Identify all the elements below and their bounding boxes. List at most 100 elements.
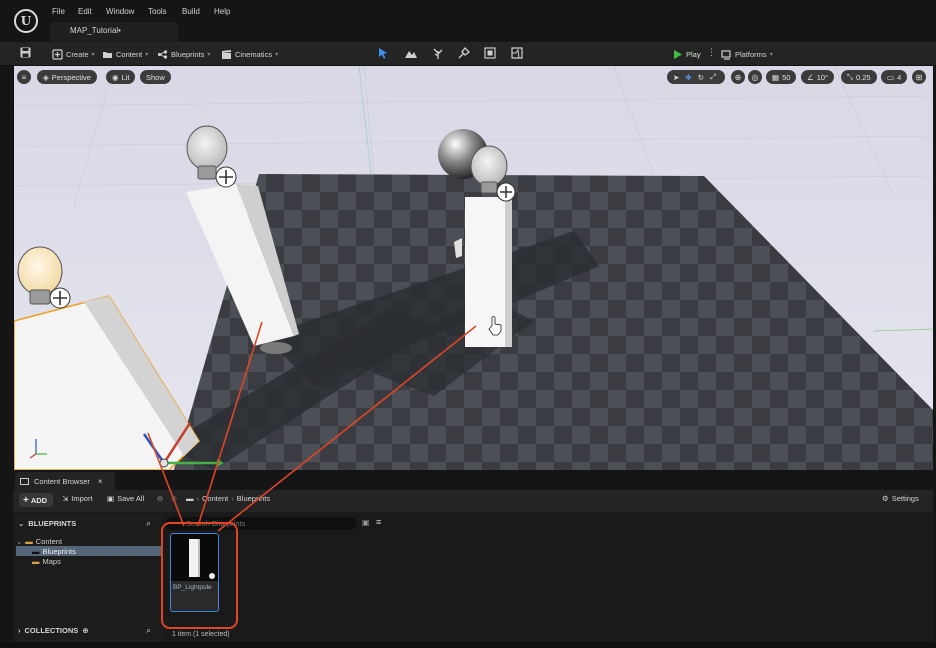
lit-button[interactable]: ◉ Lit bbox=[106, 70, 136, 84]
menu-file[interactable]: File bbox=[52, 7, 65, 16]
history-forward-icon[interactable]: ⊕ bbox=[171, 494, 177, 503]
breadcrumb-blueprints[interactable]: Blueprints bbox=[237, 494, 270, 503]
save-all-button[interactable]: ▣ Save All bbox=[107, 494, 144, 503]
breadcrumb-content[interactable]: Content bbox=[202, 494, 228, 503]
grid-snap-toggle[interactable]: ▦ 50 bbox=[766, 70, 797, 84]
add-label: ADD bbox=[30, 495, 48, 505]
menu-build[interactable]: Build bbox=[182, 7, 200, 16]
level-tab[interactable]: MAP_Tutorial• bbox=[50, 22, 178, 42]
import-icon: ⇲ bbox=[62, 494, 69, 503]
play-button[interactable]: Play bbox=[672, 47, 701, 61]
viewport-options-icon[interactable]: ≡ bbox=[17, 70, 31, 84]
translate-tool-icon[interactable]: ✥ bbox=[685, 73, 691, 82]
content-caret-icon: ▾ bbox=[145, 51, 149, 58]
status-bar bbox=[0, 642, 936, 648]
camera-icon: ▭ bbox=[887, 72, 895, 82]
expand-chevron-icon: › bbox=[18, 626, 21, 635]
breadcrumb-separator-icon: › bbox=[231, 494, 234, 503]
breadcrumb: ▬ › Content › Blueprints bbox=[186, 494, 270, 503]
status-text: 1 item (1 selected) bbox=[172, 631, 230, 638]
content-browser-tab-label: Content Browser bbox=[34, 476, 90, 486]
surface-snap-icon[interactable]: ◎ bbox=[748, 70, 762, 84]
save-all-label: Save All bbox=[117, 494, 145, 503]
landscape-mode-icon[interactable] bbox=[404, 46, 418, 60]
platforms-button[interactable]: Platforms ▾ bbox=[721, 47, 773, 61]
create-icon bbox=[52, 48, 63, 60]
menu-edit[interactable]: Edit bbox=[78, 7, 92, 16]
foliage-mode-icon[interactable] bbox=[431, 46, 445, 60]
clapperboard-icon bbox=[222, 49, 231, 59]
content-browser-tabbar bbox=[13, 470, 933, 490]
history-back-icon[interactable]: ⊖ bbox=[157, 494, 163, 503]
tree-item-content-label: Content bbox=[35, 536, 63, 546]
rotation-snap-value: 10° bbox=[816, 72, 829, 82]
save-all-icon: ▣ bbox=[107, 494, 115, 503]
menu-tools[interactable]: Tools bbox=[148, 7, 167, 16]
menu-window[interactable]: Window bbox=[106, 7, 134, 16]
rotation-snap-toggle[interactable]: ∠ 10° bbox=[801, 70, 835, 84]
expand-chevron-icon: ⌄ bbox=[16, 536, 23, 546]
modeling-mode-icon[interactable] bbox=[483, 46, 497, 60]
content-browser-icon bbox=[20, 477, 29, 485]
cinematics-button[interactable]: Cinematics ▾ bbox=[221, 47, 278, 61]
import-button[interactable]: ⇲ Import bbox=[62, 494, 93, 503]
lit-sphere-icon: ◉ bbox=[112, 72, 119, 82]
tree-item-blueprints-label: Blueprints bbox=[42, 546, 76, 556]
perspective-cube-icon: ◈ bbox=[43, 72, 49, 82]
collections-search-icon[interactable]: ⌕ bbox=[146, 625, 151, 636]
menu-help[interactable]: Help bbox=[214, 7, 230, 16]
camera-speed-value: 4 bbox=[897, 72, 902, 82]
show-label: Show bbox=[146, 72, 165, 82]
settings-button[interactable]: ⚙ Settings bbox=[882, 494, 919, 503]
folder-open-icon: ▬ bbox=[32, 546, 40, 556]
gear-icon: ⚙ bbox=[882, 494, 889, 503]
folder-search-icon[interactable]: ⌕ bbox=[146, 518, 151, 529]
scale-tool-icon[interactable]: ⤢ bbox=[710, 72, 716, 82]
scale-snap-toggle[interactable]: ⤡ 0.25 bbox=[841, 70, 877, 84]
blueprint-icon bbox=[157, 49, 168, 59]
tree-item-content[interactable]: ⌄ ▬ Content bbox=[16, 536, 62, 546]
blueprints-section-header[interactable]: ⌄ BLUEPRINTS bbox=[18, 519, 76, 528]
transform-tools[interactable]: ➤ ✥ ↻ ⤢ bbox=[667, 70, 725, 84]
perspective-button[interactable]: ◈ Perspective bbox=[37, 70, 97, 84]
collections-label: COLLECTIONS bbox=[24, 626, 79, 635]
tree-item-blueprints[interactable]: ▬ Blueprints bbox=[16, 546, 162, 556]
settings-label: Settings bbox=[891, 494, 919, 503]
content-button[interactable]: Content ▾ bbox=[102, 47, 148, 61]
camera-speed-button[interactable]: ▭ 4 bbox=[881, 70, 908, 84]
rotate-tool-icon[interactable]: ↻ bbox=[698, 73, 704, 82]
blueprints-button[interactable]: Blueprints ▾ bbox=[157, 47, 210, 61]
cinematics-label: Cinematics bbox=[235, 49, 273, 59]
platforms-icon bbox=[721, 49, 731, 60]
close-tab-icon[interactable]: × bbox=[98, 477, 103, 486]
lit-label: Lit bbox=[121, 72, 130, 82]
add-button[interactable]: + ADD bbox=[19, 493, 53, 507]
platforms-caret-icon: ▾ bbox=[769, 51, 773, 58]
content-browser-tab[interactable]: Content Browser × bbox=[15, 472, 115, 490]
maximize-viewport-icon[interactable]: ⊞ bbox=[912, 70, 926, 84]
fracture-mode-icon[interactable] bbox=[510, 46, 524, 60]
tree-item-maps[interactable]: ▬ Maps bbox=[16, 556, 61, 566]
cinematics-caret-icon: ▾ bbox=[275, 51, 279, 58]
create-label: Create bbox=[66, 49, 89, 59]
unreal-logo[interactable]: U bbox=[14, 9, 38, 33]
folder-icon: ▬ bbox=[32, 556, 40, 566]
import-label: Import bbox=[71, 494, 93, 503]
world-space-icon[interactable]: ⊕ bbox=[731, 70, 745, 84]
create-button[interactable]: Create ▾ bbox=[52, 47, 95, 61]
collections-section-header[interactable]: › COLLECTIONS ⊕ bbox=[18, 626, 89, 635]
save-icon[interactable] bbox=[20, 47, 31, 58]
select-mode-icon[interactable] bbox=[376, 46, 390, 60]
play-options-icon[interactable]: ⋮ bbox=[707, 47, 716, 58]
mesh-paint-mode-icon[interactable] bbox=[457, 46, 471, 60]
filter-icon[interactable]: ≡ bbox=[376, 517, 381, 527]
save-search-icon[interactable]: ▣ bbox=[362, 518, 370, 527]
sources-panel bbox=[15, 514, 163, 642]
platforms-label: Platforms bbox=[735, 49, 767, 59]
collapse-chevron-icon: ⌄ bbox=[18, 519, 25, 528]
level-viewport[interactable] bbox=[13, 66, 933, 470]
content-folder-icon bbox=[103, 51, 112, 58]
add-collection-icon[interactable]: ⊕ bbox=[82, 626, 88, 635]
select-tool-icon[interactable]: ➤ bbox=[673, 73, 679, 82]
show-button[interactable]: Show bbox=[140, 70, 171, 84]
